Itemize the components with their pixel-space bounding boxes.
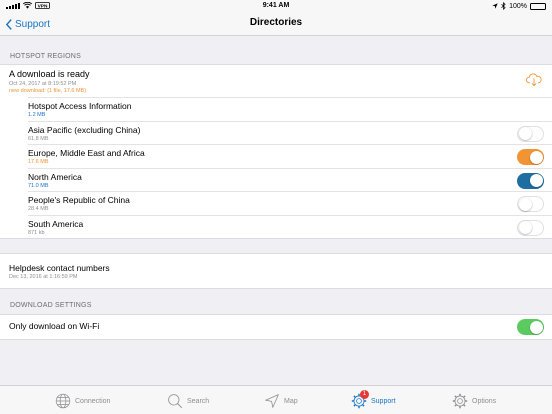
region-row-north-america[interactable]: North America 71.0 MB: [28, 167, 552, 192]
globe-icon: [55, 393, 71, 409]
location-arrow-icon: [492, 3, 498, 9]
tab-map[interactable]: Map: [264, 392, 298, 410]
toggle-knob: [518, 127, 532, 140]
search-icon: [168, 394, 183, 409]
region-row-asia-pacific[interactable]: Asia Pacific (excluding China) 61.8 MB: [28, 120, 552, 145]
status-time: 9:41 AM: [262, 2, 290, 9]
toggle-wifi-only[interactable]: [517, 319, 544, 335]
toggle-knob: [529, 320, 543, 334]
helpdesk-date: Dec 13, 2016 at 1:16:59 PM: [9, 274, 78, 280]
tab-support[interactable]: 1 Support: [351, 390, 396, 410]
section-header-download-settings: DOWNLOAD SETTINGS: [10, 302, 92, 309]
tab-bar: Connection Search Map 1 Support Options: [0, 385, 552, 414]
tab-label: Connection: [75, 397, 111, 405]
toggle-knob: [518, 221, 532, 234]
toggle-knob: [529, 150, 543, 164]
notification-badge: 1: [360, 390, 369, 399]
region-name: People's Republic of China: [28, 195, 130, 205]
bluetooth-icon: [501, 2, 506, 10]
status-bar: VPN 9:41 AM 100%: [0, 0, 552, 12]
helpdesk-group: Helpdesk contact numbers Dec 13, 2016 at…: [0, 253, 552, 289]
region-name: Hotspot Access Information: [28, 101, 132, 111]
download-date: Oct 24, 2017 at 8:19:52 PM: [9, 81, 77, 87]
battery-icon: [530, 2, 546, 10]
region-size: 17.6 MB: [28, 159, 49, 165]
download-settings-group: Only download on Wi-Fi: [0, 314, 552, 340]
toggle-china[interactable]: [517, 196, 544, 212]
tab-label: Search: [187, 397, 210, 405]
region-size: 1.2 MB: [28, 112, 46, 118]
tab-label: Options: [472, 397, 497, 405]
status-right: 100%: [492, 2, 546, 10]
region-size: 28.4 MB: [28, 206, 49, 212]
region-name: Asia Pacific (excluding China): [28, 124, 141, 135]
toggle-south-america[interactable]: [517, 219, 544, 236]
navigation-bar: Support Directories: [0, 12, 552, 36]
section-header-hotspot-regions: HOTSPOT REGIONS: [10, 53, 81, 60]
region-size: 871 kb: [28, 229, 45, 236]
region-name: Europe, Middle East and Africa: [28, 148, 145, 158]
hotspot-regions-group: A download is ready Oct 24, 2017 at 8:19…: [0, 64, 552, 239]
cloud-download-icon[interactable]: [526, 73, 542, 87]
wifi-only-label: Only download on Wi-Fi: [9, 321, 100, 331]
tab-label: Support: [371, 397, 396, 405]
support-icon-wrap: 1: [351, 390, 369, 409]
tab-label: Map: [284, 397, 298, 405]
region-name: North America: [28, 171, 82, 182]
region-row-china[interactable]: People's Republic of China 28.4 MB: [28, 191, 552, 215]
region-size: 61.8 MB: [28, 135, 49, 142]
tab-connection[interactable]: Connection: [55, 392, 110, 410]
tab-search[interactable]: Search: [167, 392, 209, 410]
region-name: South America: [28, 218, 84, 229]
options-gear-icon: [452, 393, 468, 409]
region-row-europe[interactable]: Europe, Middle East and Africa 17.6 MB: [28, 144, 552, 168]
toggle-knob: [529, 174, 543, 187]
helpdesk-title: Helpdesk contact numbers: [9, 263, 110, 273]
map-arrow-icon: [265, 394, 279, 408]
battery-percent: 100%: [509, 2, 527, 10]
new-download-info: new download: (1 file, 17.6 MB): [9, 88, 87, 94]
toggle-knob: [518, 197, 532, 211]
region-size: 71.0 MB: [28, 182, 49, 189]
helpdesk-row[interactable]: Helpdesk contact numbers Dec 13, 2016 at…: [0, 254, 552, 288]
toggle-europe[interactable]: [517, 149, 544, 165]
wifi-only-row: Only download on Wi-Fi: [0, 315, 552, 339]
region-row-south-america[interactable]: South America 871 kb: [28, 214, 552, 239]
region-row-hotspot-access[interactable]: Hotspot Access Information 1.2 MB: [28, 97, 552, 121]
download-ready-title: A download is ready: [9, 69, 90, 79]
page-title: Directories: [249, 17, 303, 28]
toggle-north-america[interactable]: [517, 172, 544, 189]
toggle-asia-pacific[interactable]: [517, 125, 544, 142]
download-ready-row[interactable]: A download is ready Oct 24, 2017 at 8:19…: [0, 65, 552, 97]
tab-options[interactable]: Options: [452, 392, 496, 410]
